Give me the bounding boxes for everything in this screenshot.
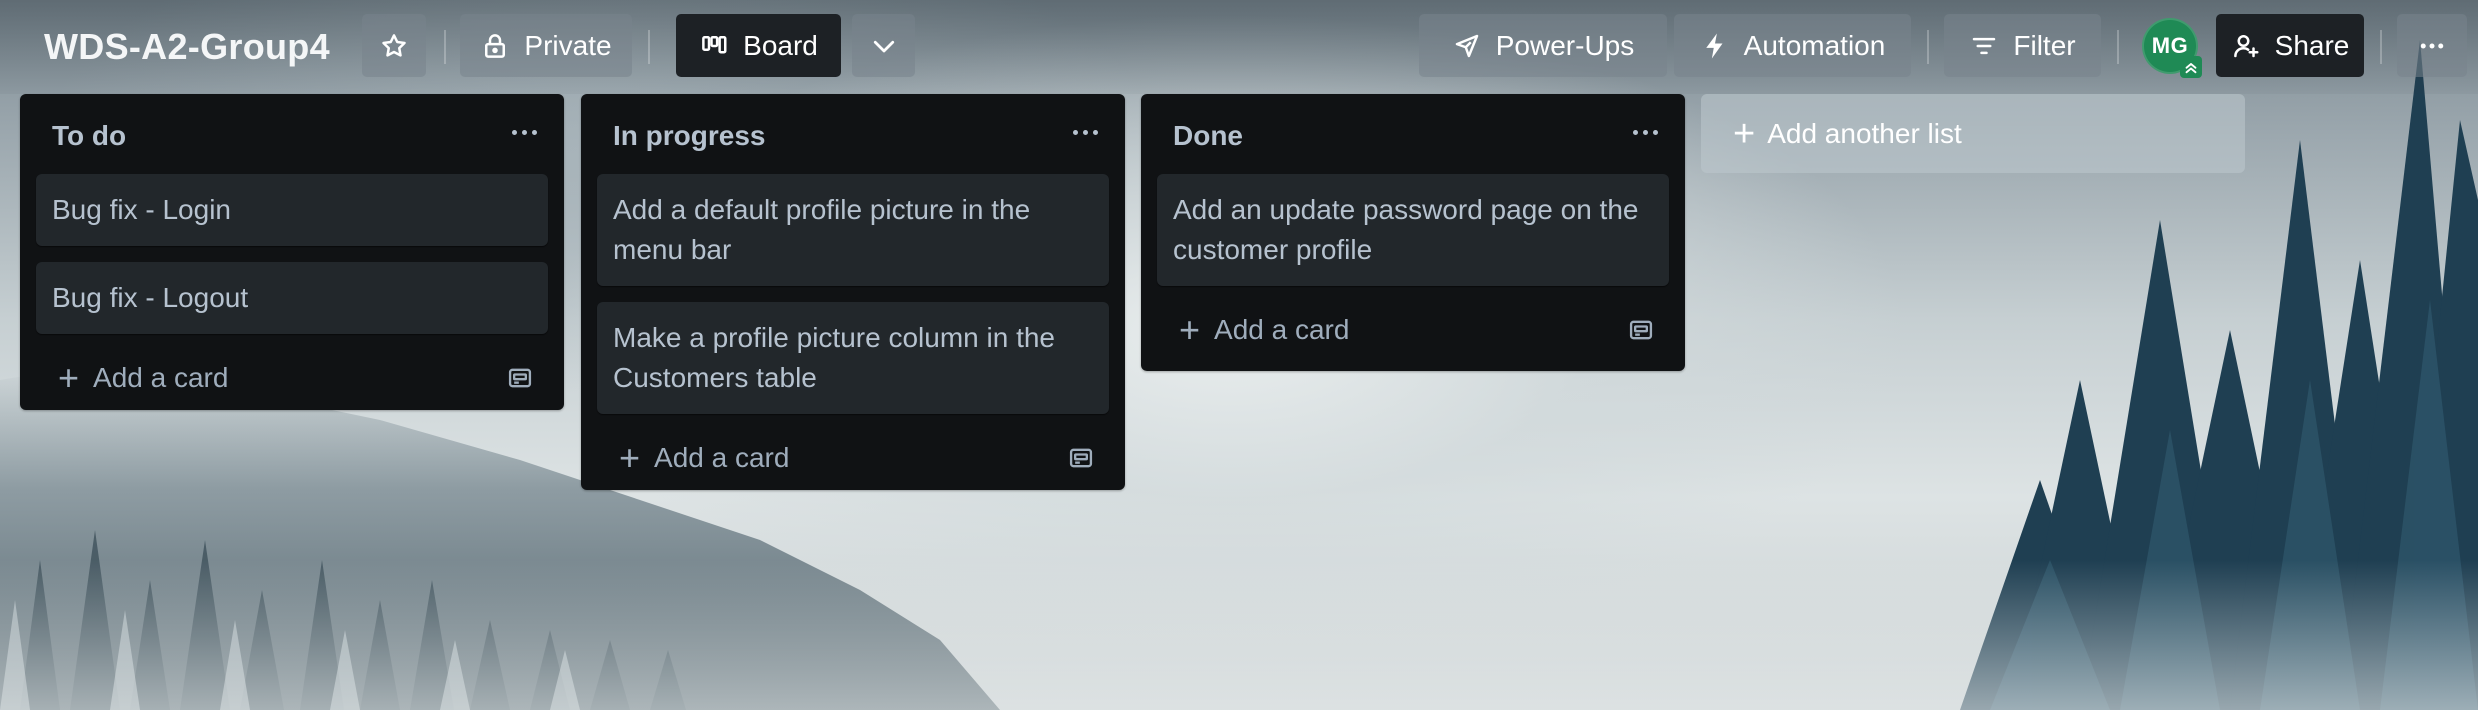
header-divider bbox=[1927, 30, 1929, 64]
list-menu-button[interactable] bbox=[1621, 112, 1669, 152]
board-title[interactable]: WDS-A2-Group4 bbox=[44, 25, 330, 69]
add-card-button[interactable]: + Add a card bbox=[1159, 302, 1599, 358]
plus-icon: + bbox=[619, 437, 641, 478]
rocket-icon bbox=[1455, 34, 1478, 57]
header-divider bbox=[2117, 30, 2119, 64]
add-card-button[interactable]: + Add a card bbox=[599, 430, 1039, 486]
share-button[interactable]: Share bbox=[2216, 14, 2364, 77]
card-template-icon bbox=[508, 368, 532, 388]
list-title[interactable]: In progress bbox=[613, 120, 765, 152]
chevron-up-icon bbox=[2185, 63, 2197, 74]
plus-icon: + bbox=[1733, 112, 1756, 155]
avatar[interactable]: MG bbox=[2142, 18, 2202, 78]
create-from-template-button[interactable] bbox=[1615, 304, 1667, 356]
board-menu-button[interactable] bbox=[2397, 14, 2467, 77]
card-template-icon bbox=[1069, 448, 1093, 468]
card[interactable]: Add an update password page on the custo… bbox=[1157, 174, 1669, 286]
add-card-label: Add a card bbox=[93, 362, 229, 393]
list-header: In progress bbox=[581, 94, 1125, 174]
plus-icon: + bbox=[1179, 309, 1201, 350]
add-list-button[interactable]: + Add another list bbox=[1701, 94, 2245, 173]
list-done: Done Add an update password page on the … bbox=[1141, 94, 1685, 371]
board-view-label: Board bbox=[743, 29, 818, 61]
filter-label: Filter bbox=[2013, 29, 2076, 61]
add-card-button[interactable]: + Add a card bbox=[38, 350, 478, 406]
board-header: WDS-A2-Group4 Private Board Power-Ups Au… bbox=[0, 0, 2478, 94]
add-card-label: Add a card bbox=[654, 442, 790, 473]
list-menu-button[interactable] bbox=[500, 112, 548, 152]
lock-icon bbox=[485, 33, 506, 58]
list-footer: + Add a card bbox=[20, 342, 564, 416]
bolt-icon bbox=[1705, 33, 1723, 58]
star-board-button[interactable] bbox=[362, 14, 426, 77]
list-menu-button[interactable] bbox=[1061, 112, 1109, 152]
header-divider bbox=[444, 30, 446, 64]
chevron-down-icon bbox=[873, 40, 894, 52]
list-footer: + Add a card bbox=[581, 422, 1125, 496]
automation-label: Automation bbox=[1743, 29, 1886, 61]
more-dots-icon bbox=[2420, 43, 2444, 48]
add-card-label: Add a card bbox=[1214, 314, 1350, 345]
card[interactable]: Add a default profile picture in the men… bbox=[597, 174, 1109, 286]
card[interactable]: Make a profile picture column in the Cus… bbox=[597, 302, 1109, 414]
filter-button[interactable]: Filter bbox=[1944, 14, 2101, 77]
list-header: Done bbox=[1141, 94, 1685, 174]
automation-button[interactable]: Automation bbox=[1674, 14, 1911, 77]
switch-view-button[interactable] bbox=[852, 14, 915, 77]
powerups-label: Power-Ups bbox=[1495, 29, 1635, 61]
header-divider bbox=[2380, 30, 2382, 64]
filter-icon bbox=[1973, 37, 1996, 54]
more-dots-icon bbox=[1632, 129, 1638, 135]
create-from-template-button[interactable] bbox=[494, 352, 546, 404]
board-view-button[interactable]: Board bbox=[676, 14, 841, 77]
share-label: Share bbox=[2274, 29, 2350, 61]
add-person-icon bbox=[2233, 34, 2259, 57]
card[interactable]: Bug fix - Login bbox=[36, 174, 548, 246]
add-list-label: Add another list bbox=[1767, 117, 1962, 149]
list-in-progress: In progress Add a default profile pictur… bbox=[581, 94, 1125, 490]
more-dots-icon bbox=[1072, 129, 1078, 135]
visibility-button[interactable]: Private bbox=[460, 14, 632, 77]
board-icon bbox=[702, 35, 727, 53]
list-footer: + Add a card bbox=[1141, 294, 1685, 368]
visibility-label: Private bbox=[524, 29, 612, 61]
card-template-icon bbox=[1629, 320, 1653, 340]
list-header: To do bbox=[20, 94, 564, 174]
admin-badge bbox=[2180, 56, 2202, 78]
star-icon bbox=[382, 33, 406, 57]
plus-icon: + bbox=[58, 357, 80, 398]
create-from-template-button[interactable] bbox=[1055, 432, 1107, 484]
list-to-do: To do Bug fix - Login Bug fix - Logout +… bbox=[20, 94, 564, 410]
list-title[interactable]: To do bbox=[52, 120, 126, 152]
header-divider bbox=[648, 30, 650, 64]
card[interactable]: Bug fix - Logout bbox=[36, 262, 548, 334]
list-title[interactable]: Done bbox=[1173, 120, 1243, 152]
powerups-button[interactable]: Power-Ups bbox=[1419, 14, 1667, 77]
more-dots-icon bbox=[511, 129, 517, 135]
